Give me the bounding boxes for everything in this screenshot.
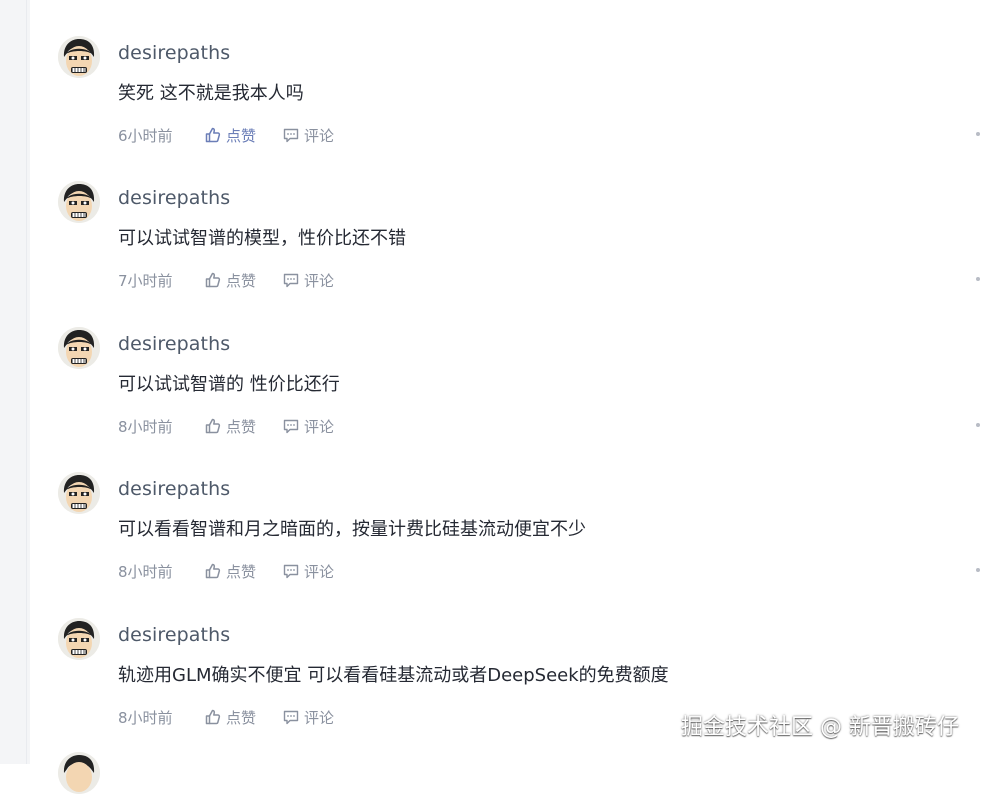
next-comment-avatar[interactable] bbox=[58, 752, 100, 794]
comment-meta: 7小时前 点赞 评论 bbox=[118, 269, 360, 291]
comment-time: 6小时前 bbox=[118, 126, 173, 145]
comment-item: desirepaths 可以看看智谱和月之暗面的，按量计费比硅基流动便宜不少 8… bbox=[58, 472, 980, 592]
like-button[interactable]: 点赞 bbox=[204, 125, 256, 146]
comment-text: 笑死 这不就是我本人吗 bbox=[118, 83, 304, 104]
more-dot-icon[interactable] bbox=[976, 132, 980, 136]
reply-label: 评论 bbox=[304, 708, 335, 727]
like-label: 点赞 bbox=[226, 417, 257, 436]
comment-text: 轨迹用GLM确实不便宜 可以看看硅基流动或者DeepSeek的免费额度 bbox=[118, 665, 669, 686]
comment-bubble-icon bbox=[282, 126, 300, 144]
comment-meta: 8小时前 点赞 评论 bbox=[118, 415, 360, 437]
avatar-face-icon bbox=[58, 181, 100, 223]
more-dot-icon[interactable] bbox=[976, 423, 980, 427]
reply-label: 评论 bbox=[304, 271, 335, 290]
comment-item: desirepaths 可以试试智谱的模型，性价比还不错 7小时前 点赞 评论 bbox=[58, 181, 980, 301]
like-button[interactable]: 点赞 bbox=[204, 707, 256, 728]
comment-username[interactable]: desirepaths bbox=[118, 624, 230, 646]
thumbs-up-icon bbox=[204, 417, 222, 435]
comment-bubble-icon bbox=[282, 417, 300, 435]
more-dot-icon[interactable] bbox=[976, 568, 980, 572]
avatar-face-icon bbox=[58, 618, 100, 660]
like-button[interactable]: 点赞 bbox=[204, 561, 256, 582]
comment-username[interactable]: desirepaths bbox=[118, 333, 230, 355]
like-label: 点赞 bbox=[226, 562, 257, 581]
thumbs-up-icon bbox=[204, 562, 222, 580]
like-button[interactable]: 点赞 bbox=[204, 416, 256, 437]
reply-button[interactable]: 评论 bbox=[282, 270, 334, 291]
comment-text: 可以试试智谱的模型，性价比还不错 bbox=[118, 228, 406, 249]
reply-button[interactable]: 评论 bbox=[282, 125, 334, 146]
comment-bubble-icon bbox=[282, 271, 300, 289]
comment-time: 8小时前 bbox=[118, 417, 173, 436]
comment-item: desirepaths 笑死 这不就是我本人吗 6小时前 点赞 评论 bbox=[58, 36, 980, 156]
avatar-face-icon bbox=[58, 36, 100, 78]
reply-button[interactable]: 评论 bbox=[282, 707, 334, 728]
comment-text: 可以试试智谱的 性价比还行 bbox=[118, 374, 340, 395]
avatar-face-icon bbox=[58, 327, 100, 369]
comment-username[interactable]: desirepaths bbox=[118, 478, 230, 500]
like-label: 点赞 bbox=[226, 126, 257, 145]
like-button[interactable]: 点赞 bbox=[204, 270, 256, 291]
comment-time: 8小时前 bbox=[118, 562, 173, 581]
comment-meta: 8小时前 点赞 评论 bbox=[118, 706, 360, 728]
more-dot-icon[interactable] bbox=[976, 277, 980, 281]
comment-bubble-icon bbox=[282, 562, 300, 580]
comment-username[interactable]: desirepaths bbox=[118, 42, 230, 64]
like-label: 点赞 bbox=[226, 708, 257, 727]
reply-label: 评论 bbox=[304, 417, 335, 436]
comment-time: 7小时前 bbox=[118, 271, 173, 290]
comment-time: 8小时前 bbox=[118, 708, 173, 727]
comment-bubble-icon bbox=[282, 708, 300, 726]
avatar[interactable] bbox=[58, 327, 100, 369]
like-label: 点赞 bbox=[226, 271, 257, 290]
thumbs-up-icon bbox=[204, 708, 222, 726]
avatar[interactable] bbox=[58, 181, 100, 223]
avatar[interactable] bbox=[58, 472, 100, 514]
thumbs-up-icon bbox=[204, 126, 222, 144]
reply-button[interactable]: 评论 bbox=[282, 416, 334, 437]
comment-text: 可以看看智谱和月之暗面的，按量计费比硅基流动便宜不少 bbox=[118, 519, 586, 540]
comment-meta: 6小时前 点赞 评论 bbox=[118, 124, 360, 146]
avatar[interactable] bbox=[58, 618, 100, 660]
reply-label: 评论 bbox=[304, 126, 335, 145]
comment-item: desirepaths 可以试试智谱的 性价比还行 8小时前 点赞 评论 bbox=[58, 327, 980, 447]
avatar-face-icon bbox=[58, 472, 100, 514]
reply-label: 评论 bbox=[304, 562, 335, 581]
reply-button[interactable]: 评论 bbox=[282, 561, 334, 582]
comment-list: desirepaths 笑死 这不就是我本人吗 6小时前 点赞 评论 desir… bbox=[0, 0, 981, 764]
avatar[interactable] bbox=[58, 36, 100, 78]
thumbs-up-icon bbox=[204, 271, 222, 289]
comment-meta: 8小时前 点赞 评论 bbox=[118, 560, 360, 582]
comment-username[interactable]: desirepaths bbox=[118, 187, 230, 209]
avatar-face-icon bbox=[58, 752, 100, 794]
watermark: 掘金技术社区 @ 新晋搬砖仔 bbox=[681, 715, 959, 740]
